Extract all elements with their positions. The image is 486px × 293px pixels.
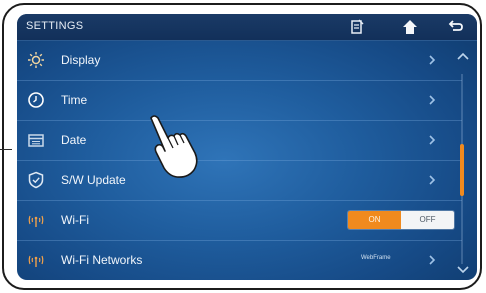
menu-item-sw-update[interactable]: S/W Update <box>17 160 462 201</box>
chevron-right-icon <box>429 255 436 265</box>
clock-icon <box>28 92 44 108</box>
menu-item-label: Wi-Fi Networks <box>61 253 143 267</box>
wifi-icon <box>28 215 44 227</box>
calendar-icon <box>28 134 44 147</box>
settings-screen: SETTINGS Display Time Date S/W Update Wi… <box>17 14 477 280</box>
wifi-icon <box>28 255 44 267</box>
callout-line <box>0 149 12 150</box>
back-icon[interactable] <box>447 18 465 36</box>
scroll-up-icon[interactable] <box>455 50 471 62</box>
menu-item-wifi-networks[interactable]: Wi-Fi Networks WebFrame <box>17 240 462 280</box>
menu-item-label: Wi-Fi <box>61 213 89 227</box>
scrollbar-thumb[interactable] <box>460 144 464 196</box>
hand-pointer-icon <box>150 115 198 178</box>
menu-item-time[interactable]: Time <box>17 80 462 121</box>
chevron-right-icon <box>429 55 436 65</box>
page-title: SETTINGS <box>26 20 84 32</box>
chevron-right-icon <box>429 95 436 105</box>
toggle-on-option[interactable]: ON <box>348 211 401 229</box>
memo-icon[interactable] <box>348 18 366 36</box>
chevron-right-icon <box>429 135 436 145</box>
menu-item-label: S/W Update <box>61 173 126 187</box>
wifi-toggle[interactable]: ON OFF <box>348 211 454 229</box>
network-name: WebFrame <box>361 255 391 261</box>
shield-icon <box>28 171 44 189</box>
sun-icon <box>28 52 44 68</box>
menu-item-label: Time <box>61 93 88 107</box>
toggle-off-option[interactable]: OFF <box>401 211 454 229</box>
menu-item-wifi: Wi-Fi ON OFF <box>17 200 462 241</box>
scroll-down-icon[interactable] <box>455 264 471 276</box>
menu-item-label: Date <box>61 133 87 147</box>
home-icon[interactable] <box>401 18 419 36</box>
menu-item-display[interactable]: Display <box>17 40 462 81</box>
menu-item-label: Display <box>61 53 101 67</box>
top-bar: SETTINGS <box>17 14 477 41</box>
menu-item-date[interactable]: Date <box>17 120 462 161</box>
chevron-right-icon <box>429 175 436 185</box>
